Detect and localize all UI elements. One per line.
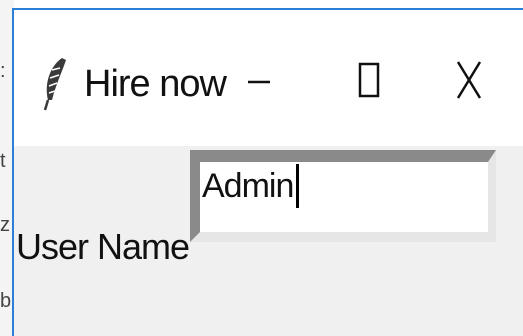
background-text-fragment: z bbox=[0, 214, 10, 236]
maximize-icon bbox=[358, 62, 380, 103]
close-icon bbox=[456, 60, 482, 105]
minimize-button[interactable] bbox=[224, 50, 294, 114]
minimize-icon bbox=[247, 68, 271, 97]
username-value: Admin bbox=[202, 164, 300, 208]
title-bar[interactable]: Hire now bbox=[14, 10, 523, 146]
close-button[interactable] bbox=[434, 50, 504, 114]
feather-icon bbox=[40, 56, 70, 112]
background-text-fragment: : bbox=[0, 60, 6, 82]
text-caret bbox=[296, 164, 300, 208]
maximize-button[interactable] bbox=[334, 50, 404, 114]
username-field[interactable]: Admin bbox=[190, 150, 496, 242]
username-label: User Name bbox=[16, 226, 190, 267]
background-text-fragment: b bbox=[0, 290, 12, 312]
background-text-fragment: t bbox=[0, 150, 6, 172]
window-title: Hire now bbox=[84, 63, 227, 105]
app-window: Hire now User Name Admin bbox=[12, 8, 523, 336]
form-area: User Name Admin bbox=[14, 146, 523, 336]
username-text: Admin bbox=[202, 167, 294, 205]
